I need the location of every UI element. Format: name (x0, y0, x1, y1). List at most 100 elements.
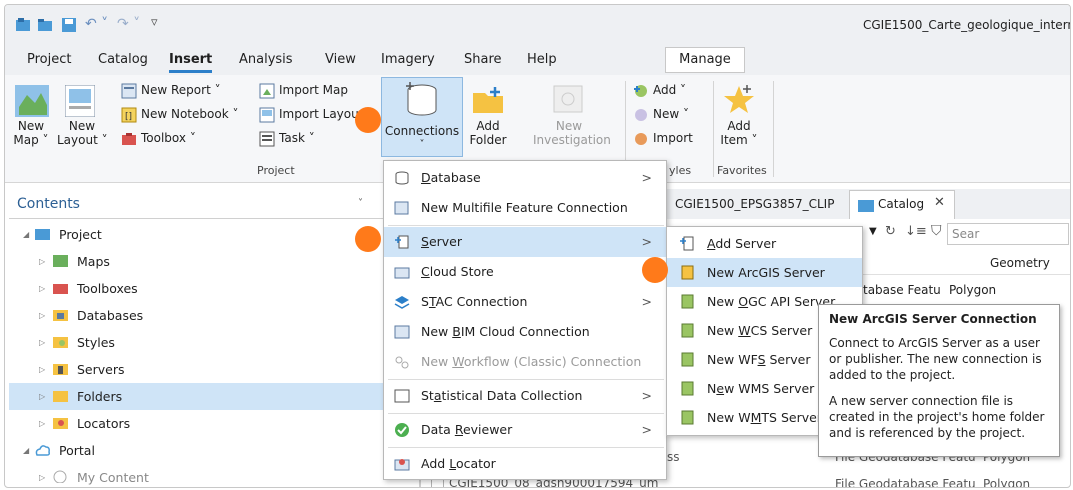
connections-button[interactable]: Connections ˅ (381, 77, 463, 157)
table-cell-geometry: Polygon (949, 283, 997, 297)
tree-item-portal[interactable]: ◢ Portal (9, 437, 421, 464)
tab-catalog-view[interactable]: Catalog ✕ (849, 190, 955, 219)
tooltip-description: Connect to ArcGIS Server as a user or pu… (829, 336, 1042, 382)
ribbon-tabs: Project Catalog Insert Analysis View Ima… (5, 45, 1070, 75)
add-item-button[interactable]: Add Item ˅ (719, 119, 759, 147)
step-marker-new-arcgis-server (642, 257, 668, 283)
server-icon (395, 235, 409, 249)
table-cell-geometry: Polygon (983, 477, 1031, 488)
menu-item-add-locator[interactable]: Add Locator (384, 449, 666, 479)
tree-item-folders[interactable]: ▷ Folders (9, 383, 421, 410)
new-report-button[interactable]: New Report ˅ (141, 83, 221, 97)
multifile-connection-icon (394, 201, 409, 215)
tree-item-locators[interactable]: ▷ Locators (9, 410, 421, 437)
check-circle-icon (395, 423, 409, 437)
tree-item-my-content[interactable]: ▷ My Content (9, 464, 421, 487)
new-notebook-button[interactable]: New Notebook ˅ (141, 107, 238, 121)
tooltip: New ArcGIS Server Connection Connect to … (818, 304, 1060, 457)
tab-catalog[interactable]: Catalog (98, 52, 148, 67)
menu-item-cloud-store[interactable]: Cloud Store (384, 257, 666, 287)
catalog-toolbar: ▼ ↻ ↓≡ ⛉ Sear (867, 223, 1070, 247)
new-report-icon (121, 83, 137, 99)
import-layout-icon (259, 107, 275, 123)
table-cell-name: ss (667, 450, 680, 464)
refresh-icon[interactable]: ↻ (885, 224, 896, 239)
customize-toolbar-icon[interactable]: ▿ (151, 15, 158, 30)
tab-view[interactable]: View (325, 52, 356, 67)
tab-imagery[interactable]: Imagery (381, 52, 435, 67)
open-project-icon[interactable] (37, 17, 53, 33)
save-project-icon[interactable] (61, 17, 77, 33)
catalog-search-input[interactable]: Sear (947, 223, 1069, 245)
menu-item-statistical-data-collection[interactable]: Statistical Data Collection > (384, 381, 666, 411)
group-label-styles: yles (669, 164, 692, 177)
submenu-item-new-arcgis-server[interactable]: New ArcGIS Server (667, 258, 862, 287)
menu-item-stac-connection[interactable]: STAC Connection > (384, 287, 666, 317)
step-marker-connections (355, 107, 381, 133)
tab-manage[interactable]: Manage (665, 47, 745, 73)
new-map-button[interactable]: New Map ˅ (13, 119, 49, 147)
close-icon[interactable]: ✕ (934, 195, 945, 210)
quick-access-toolbar: ↶ ˅ ↷ ˅ ▿ CGIE1500_Carte_geologique_inte… (5, 5, 1070, 45)
tab-analysis[interactable]: Analysis (239, 52, 293, 67)
new-layout-button[interactable]: New Layout ˅ (57, 119, 108, 147)
import-map-button[interactable]: Import Map (279, 83, 348, 97)
new-project-icon[interactable] (15, 17, 31, 33)
contents-options-icon[interactable]: ˅ (358, 198, 363, 209)
add-style-icon (634, 85, 647, 97)
filter-icon[interactable]: ⛉ (931, 223, 942, 239)
tab-help[interactable]: Help (527, 52, 557, 67)
redo-icon[interactable]: ↷ ˅ (117, 16, 140, 32)
dropdown-icon[interactable]: ▼ (869, 226, 877, 237)
group-label-favorites: Favorites (717, 164, 767, 177)
tab-project[interactable]: Project (27, 52, 71, 67)
toolbox-button[interactable]: Toolbox ˅ (141, 131, 196, 145)
tree-item-toolboxes[interactable]: ▷ Toolboxes (9, 275, 421, 302)
import-style-button[interactable]: Import (653, 131, 693, 145)
menu-item-server[interactable]: Server > (384, 227, 666, 257)
menu-item-new-bim-cloud-connection[interactable]: New BIM Cloud Connection (384, 317, 666, 347)
tree-item-databases[interactable]: ▷ Databases (9, 302, 421, 329)
styles-icon (53, 337, 68, 348)
contents-title: Contents (17, 196, 80, 212)
database-icon (395, 171, 409, 185)
wfs-server-icon (681, 352, 694, 367)
step-marker-server (355, 226, 381, 252)
tab-map-cgie1500[interactable]: CGIE1500_EPSG3857_CLIP (675, 197, 834, 211)
wms-server-icon (681, 381, 694, 396)
tree-item-servers[interactable]: ▷ Servers (9, 356, 421, 383)
tree-item-maps[interactable]: ▷ Maps (9, 248, 421, 275)
svg-text:[]: [] (125, 112, 132, 122)
submenu-item-add-server[interactable]: Add Server (667, 229, 862, 258)
arcgis-server-icon (681, 265, 694, 280)
task-button[interactable]: Task ˅ (279, 131, 315, 145)
tree-item-styles[interactable]: ▷ Styles (9, 329, 421, 356)
add-folder-button[interactable]: Add Folder (467, 119, 509, 147)
menu-item-database[interactable]: Database > (384, 163, 666, 193)
import-layout-button[interactable]: Import Layou (279, 107, 359, 121)
add-style-button[interactable]: Add ˅ (653, 83, 686, 97)
window-title: CGIE1500_Carte_geologique_interna (863, 18, 1071, 32)
servers-icon (53, 364, 68, 375)
undo-icon[interactable]: ↶ ˅ (85, 16, 108, 32)
my-content-icon (53, 470, 67, 483)
portal-cloud-icon (35, 445, 50, 456)
new-style-button[interactable]: New ˅ (653, 107, 689, 121)
add-item-star-icon (724, 85, 754, 113)
tab-share[interactable]: Share (464, 52, 502, 67)
wcs-server-icon (681, 323, 694, 338)
tooltip-note: A new server connection file is created … (829, 394, 1045, 440)
menu-item-new-workflow-connection[interactable]: New Workflow (Classic) Connection (384, 347, 666, 377)
workflow-icon (395, 356, 409, 369)
tab-insert[interactable]: Insert (169, 52, 213, 73)
wmts-server-icon (681, 410, 694, 425)
new-investigation-icon (553, 85, 583, 113)
add-server-icon (680, 236, 694, 251)
new-map-icon (15, 85, 49, 117)
databases-icon (53, 310, 68, 321)
sort-icon[interactable]: ↓≡ (905, 224, 927, 239)
new-investigation-button[interactable]: New Investigation (533, 119, 611, 147)
menu-item-new-multifile-feature-connection[interactable]: New Multifile Feature Connection (384, 193, 666, 223)
menu-item-data-reviewer[interactable]: Data Reviewer > (384, 415, 666, 445)
database-cylinder-icon (406, 82, 437, 116)
